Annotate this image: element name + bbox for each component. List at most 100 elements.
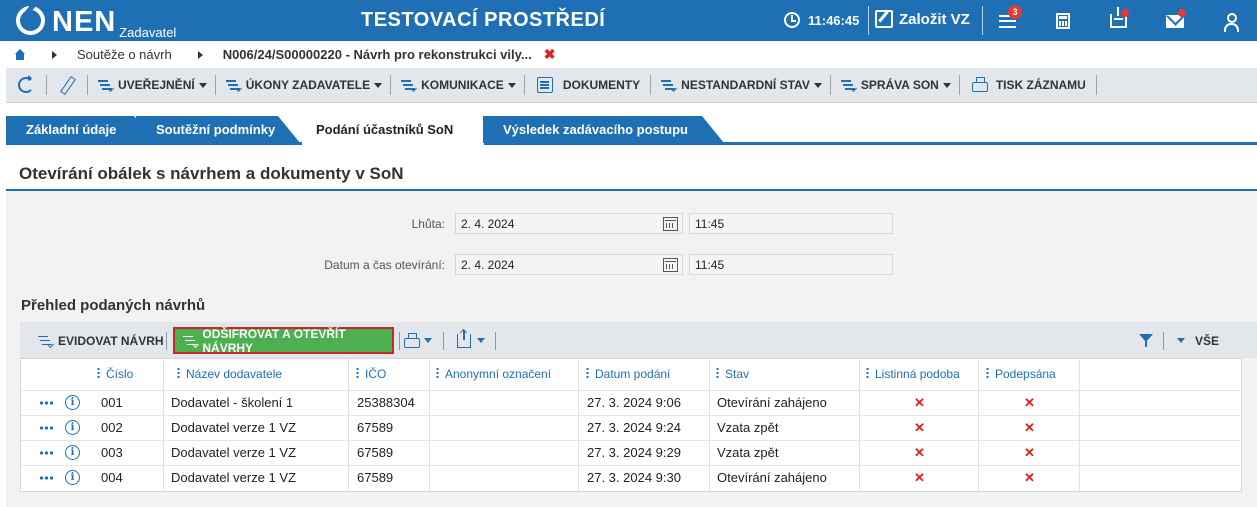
row-actions-icon[interactable]	[39, 401, 53, 405]
deadline-date-value: 2. 4. 2024	[461, 217, 515, 231]
nen-logo[interactable]: NEN Zadavatel	[16, 5, 176, 40]
menu-contracting-actions[interactable]: ÚKONY ZADAVATELE	[246, 78, 370, 92]
cell-ico: 25388304	[357, 395, 415, 410]
toolbar-divider	[1095, 75, 1097, 95]
column-grip-icon[interactable]	[586, 367, 589, 379]
column-divider	[1079, 359, 1080, 493]
chevron-down-icon	[374, 82, 383, 88]
column-grip-icon[interactable]	[177, 367, 180, 379]
column-divider	[429, 359, 430, 493]
cell-submission-date: 27. 3. 2024 9:30	[587, 470, 681, 485]
menu-publication[interactable]: UVEŘEJNĚNÍ	[118, 78, 195, 92]
header-divider	[868, 6, 869, 35]
opening-date-value: 2. 4. 2024	[461, 258, 515, 272]
export-menu-button[interactable]	[457, 327, 485, 354]
cell-status: Otevírání zahájeno	[717, 470, 827, 485]
print-menu-button[interactable]	[404, 327, 432, 354]
create-vz-button[interactable]: Založit VZ	[875, 10, 970, 28]
opening-time-field[interactable]: 11:45	[689, 254, 893, 275]
column-header-anonymous[interactable]: Anonymní označení	[436, 359, 551, 390]
row-actions-icon[interactable]	[39, 451, 53, 455]
row-info-icon[interactable]: i	[65, 395, 80, 410]
menu-nonstandard-state[interactable]: NESTANDARDNÍ STAV	[681, 78, 810, 92]
toolbar-divider	[46, 75, 47, 95]
cell-supplier: Dodavatel - školení 1	[171, 395, 294, 410]
edit-icon	[875, 10, 893, 28]
tab-basic-info[interactable]: Základní údaje	[6, 116, 156, 143]
opening-time-value: 11:45	[695, 258, 725, 272]
menu-son-management[interactable]: SPRÁVA SON	[861, 78, 939, 92]
breadcrumb-chevron-icon	[197, 50, 203, 59]
cell-number: 002	[101, 420, 123, 435]
messages-button[interactable]	[1162, 8, 1188, 34]
calendar-icon[interactable]	[663, 217, 678, 231]
menu-documents[interactable]: DOKUMENTY	[563, 78, 640, 92]
cell-signed-no-icon: ✕	[1024, 470, 1035, 485]
toolbar-divider	[1163, 332, 1164, 350]
toolbar-divider	[214, 75, 216, 95]
refresh-icon[interactable]	[18, 75, 34, 93]
row-info-icon[interactable]: i	[65, 470, 80, 485]
breadcrumb-competitions[interactable]: Soutěže o návrh	[77, 47, 172, 62]
inbox-button[interactable]	[1105, 7, 1131, 34]
tab-competition-conditions[interactable]: Soutěžní podmínky	[136, 116, 300, 143]
row-actions-icon[interactable]	[39, 426, 53, 430]
opening-date-field[interactable]: 2. 4. 2024	[455, 254, 683, 275]
calculator-icon	[1056, 13, 1070, 29]
tab-procedure-result[interactable]: Výsledek zadávacího postupu	[483, 116, 724, 143]
column-divider	[859, 359, 860, 493]
column-header-paper-form[interactable]: Listinná podoba	[866, 359, 960, 390]
breadcrumb-chevron-icon	[52, 50, 57, 59]
clock-icon	[784, 12, 800, 28]
home-icon[interactable]	[14, 48, 26, 61]
row-actions-icon[interactable]	[39, 476, 53, 480]
cell-signed-no-icon: ✕	[1024, 395, 1035, 410]
cell-paper-no-icon: ✕	[914, 420, 925, 435]
column-grip-icon[interactable]	[97, 367, 100, 379]
deadline-date-field[interactable]: 2. 4. 2024	[455, 213, 683, 234]
row-info-icon[interactable]: i	[65, 445, 80, 460]
user-icon	[1223, 12, 1239, 32]
column-header-signed[interactable]: Podepsána	[986, 359, 1056, 390]
menu-communication[interactable]: KOMUNIKACE	[421, 78, 504, 92]
document-icon	[536, 77, 553, 93]
menu-print-record[interactable]: TISK ZÁZNAMU	[996, 78, 1086, 92]
close-record-icon[interactable]: ✖	[544, 46, 556, 63]
register-proposal-button[interactable]: EVIDOVAT NÁVRH	[38, 327, 164, 354]
chevron-down-icon	[1177, 338, 1185, 343]
list-arrow-icon	[183, 333, 198, 349]
section-title: Otevírání obálek s návrhem a dokumenty v…	[19, 164, 404, 183]
header-divider	[982, 6, 983, 35]
column-header-ico[interactable]: IČO	[356, 359, 386, 390]
filter-button[interactable]	[1139, 327, 1153, 354]
tasks-menu-button[interactable]: 3	[994, 5, 1022, 34]
deadline-label: Lhůta:	[411, 217, 445, 231]
calculator-button[interactable]	[1050, 8, 1076, 34]
column-header-number[interactable]: Číslo	[97, 359, 133, 390]
filter-icon	[1139, 333, 1153, 348]
column-divider	[978, 359, 979, 493]
environment-title: TESTOVACÍ PROSTŘEDÍ	[361, 9, 606, 31]
user-button[interactable]	[1218, 8, 1244, 34]
row-info-icon[interactable]: i	[65, 420, 80, 435]
breadcrumb-current-record[interactable]: N006/24/S00000220 - Návrh pro rekonstruk…	[223, 47, 532, 62]
calendar-icon[interactable]	[663, 258, 678, 272]
column-header-supplier[interactable]: Název dodavatele	[177, 359, 282, 390]
tab-participant-submissions[interactable]: Podání účastníků SoN	[302, 115, 484, 145]
edit-pencil-icon[interactable]	[59, 77, 75, 93]
deadline-time-field[interactable]: 11:45	[689, 213, 893, 234]
column-grip-icon[interactable]	[986, 367, 989, 379]
list-arrow-icon	[401, 77, 417, 93]
cell-status: Vzata zpět	[717, 420, 779, 435]
notification-badge: 3	[1008, 5, 1022, 19]
column-grip-icon[interactable]	[866, 367, 869, 379]
column-header-submission-date[interactable]: Datum podání	[586, 359, 670, 390]
column-header-status[interactable]: Stav	[716, 359, 749, 390]
column-grip-icon[interactable]	[716, 367, 719, 379]
column-grip-icon[interactable]	[436, 367, 439, 379]
column-grip-icon[interactable]	[356, 367, 359, 379]
cell-supplier: Dodavatel verze 1 VZ	[171, 445, 297, 460]
decrypt-open-proposals-button[interactable]: ODŠIFROVAT A OTEVŘÍT NÁVRHY	[173, 327, 394, 355]
chevron-down-icon	[507, 82, 516, 88]
view-all-dropdown[interactable]: VŠE	[1177, 327, 1219, 354]
